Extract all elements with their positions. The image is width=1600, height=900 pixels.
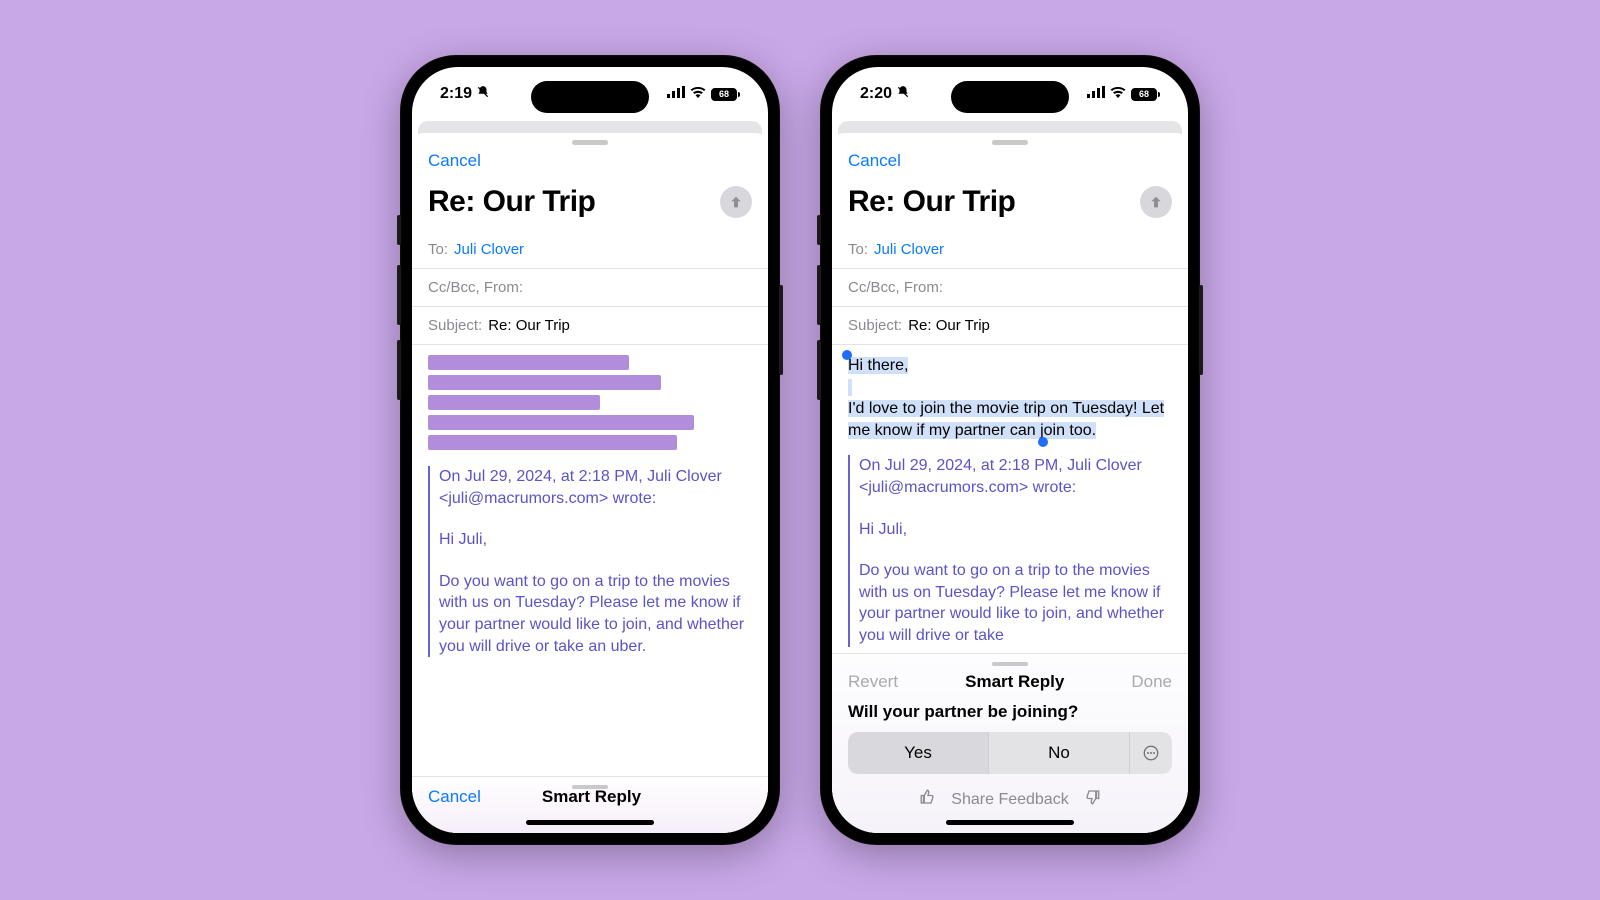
ccbcc-field[interactable]: Cc/Bcc, From: (832, 269, 1188, 307)
battery-indicator: 68 (711, 88, 740, 101)
done-button[interactable]: Done (1131, 672, 1172, 692)
feedback-row: Share Feedback (848, 788, 1172, 811)
screen: 2:19 68 Cancel Re: Our Trip (412, 67, 768, 833)
send-button[interactable] (1140, 186, 1172, 218)
phone-left: 2:19 68 Cancel Re: Our Trip (400, 55, 780, 845)
home-indicator[interactable] (526, 820, 654, 825)
to-recipient[interactable]: Juli Clover (454, 241, 524, 258)
status-time: 2:19 (440, 85, 472, 103)
compose-sheet: Cancel Re: Our Trip To: Juli Clover Cc/B… (832, 133, 1188, 833)
shimmer-line (428, 415, 694, 430)
subject-value: Re: Our Trip (908, 317, 990, 334)
arrow-up-icon (728, 194, 744, 210)
arrow-up-icon (1148, 194, 1164, 210)
message-body[interactable]: On Jul 29, 2024, at 2:18 PM, Juli Clover… (412, 345, 768, 776)
thumbs-down-icon (1083, 788, 1101, 806)
revert-button[interactable]: Revert (848, 672, 898, 692)
shimmer-line (428, 355, 629, 370)
thumbs-up-icon (919, 788, 937, 806)
smart-reply-title: Smart Reply (481, 787, 702, 807)
dynamic-island (531, 81, 649, 113)
ccbcc-label: Cc/Bcc, From: (428, 279, 523, 296)
share-feedback-button[interactable]: Share Feedback (951, 791, 1068, 809)
followup-question: Will your partner be joining? (848, 702, 1172, 722)
message-body[interactable]: Hi there, I'd love to join the movie tri… (832, 345, 1188, 653)
to-field[interactable]: To: Juli Clover (832, 231, 1188, 269)
subject-label: Subject: (428, 317, 482, 334)
selected-draft[interactable]: Hi there, I'd love to join the movie tri… (848, 355, 1172, 441)
wifi-icon (690, 85, 706, 103)
selection-handle-end[interactable] (1038, 437, 1048, 447)
quote-header: On Jul 29, 2024, at 2:18 PM, Juli Clover… (439, 466, 752, 509)
answer-no-button[interactable]: No (988, 732, 1130, 774)
bell-slash-icon (476, 85, 490, 104)
shimmer-line (428, 395, 600, 410)
compose-title: Re: Our Trip (428, 185, 595, 219)
answer-yes-button[interactable]: Yes (848, 732, 988, 774)
draft-line2: I'd love to join the movie trip on Tuesd… (848, 400, 1164, 439)
selection-handle-start[interactable] (842, 350, 852, 360)
ellipsis-icon (1142, 744, 1160, 762)
to-label: To: (848, 241, 868, 258)
quoted-message: On Jul 29, 2024, at 2:18 PM, Juli Clover… (428, 466, 752, 657)
draft-line1: Hi there, (848, 357, 908, 374)
cancel-button[interactable]: Cancel (428, 151, 481, 170)
compose-sheet: Cancel Re: Our Trip To: Juli Clover Cc/B… (412, 133, 768, 833)
shimmer-line (428, 435, 677, 450)
thumbs-down-button[interactable] (1083, 788, 1101, 811)
subject-value: Re: Our Trip (488, 317, 570, 334)
smart-reply-cancel-button[interactable]: Cancel (428, 787, 481, 807)
compose-title: Re: Our Trip (848, 185, 1015, 219)
status-time: 2:20 (860, 85, 892, 103)
smart-reply-panel: Revert Smart Reply Done Will your partne… (832, 653, 1188, 833)
quote-body: Do you want to go on a trip to the movie… (439, 571, 752, 657)
to-field[interactable]: To: Juli Clover (412, 231, 768, 269)
answer-segment: Yes No (848, 732, 1172, 774)
cancel-button[interactable]: Cancel (848, 151, 901, 170)
bell-slash-icon (896, 85, 910, 104)
subject-label: Subject: (848, 317, 902, 334)
subject-field[interactable]: Subject: Re: Our Trip (412, 307, 768, 345)
dynamic-island (951, 81, 1069, 113)
screen: 2:20 68 Cancel Re: Our Trip (832, 67, 1188, 833)
send-button[interactable] (720, 186, 752, 218)
ccbcc-field[interactable]: Cc/Bcc, From: (412, 269, 768, 307)
quote-body: Do you want to go on a trip to the movie… (859, 560, 1172, 646)
to-label: To: (428, 241, 448, 258)
generating-placeholder (428, 355, 752, 450)
quote-header: On Jul 29, 2024, at 2:18 PM, Juli Clover… (859, 455, 1172, 498)
quoted-message: On Jul 29, 2024, at 2:18 PM, Juli Clover… (848, 455, 1172, 646)
cell-signal-icon (1087, 85, 1105, 103)
battery-indicator: 68 (1131, 88, 1160, 101)
phone-right: 2:20 68 Cancel Re: Our Trip (820, 55, 1200, 845)
subject-field[interactable]: Subject: Re: Our Trip (832, 307, 1188, 345)
quote-greeting: Hi Juli, (439, 529, 752, 551)
home-indicator[interactable] (946, 820, 1074, 825)
cell-signal-icon (667, 85, 685, 103)
ccbcc-label: Cc/Bcc, From: (848, 279, 943, 296)
shimmer-line (428, 375, 661, 390)
quote-greeting: Hi Juli, (859, 519, 1172, 541)
wifi-icon (1110, 85, 1126, 103)
panel-grabber[interactable] (992, 662, 1028, 666)
answer-more-button[interactable] (1130, 732, 1172, 774)
smart-reply-title: Smart Reply (965, 672, 1064, 692)
to-recipient[interactable]: Juli Clover (874, 241, 944, 258)
thumbs-up-button[interactable] (919, 788, 937, 811)
